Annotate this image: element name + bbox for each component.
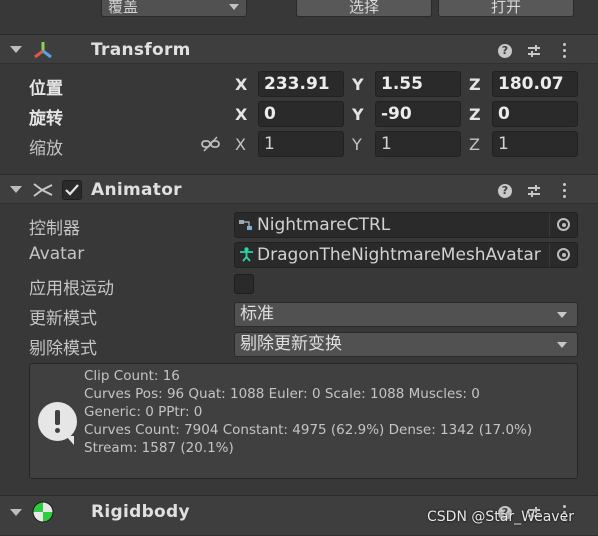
object-picker-icon[interactable]	[549, 243, 577, 267]
component-title: Transform	[91, 40, 191, 60]
fold-arrow-icon[interactable]	[10, 509, 22, 516]
fold-arrow-icon[interactable]	[10, 46, 22, 53]
kebab-menu-icon[interactable]	[563, 43, 566, 61]
rotation-y-label[interactable]: Y	[352, 105, 364, 124]
info-line: Stream: 1587 (20.1%)	[84, 440, 234, 456]
culling-dropdown[interactable]: 覆盖	[101, 0, 247, 17]
checkmark-icon	[65, 184, 79, 196]
apply-root-motion-checkbox[interactable]	[234, 274, 254, 294]
chevron-down-icon	[229, 4, 239, 10]
culling-mode-value: 剔除更新变换	[240, 334, 342, 354]
avatar-field[interactable]: DragonTheNightmareMeshAvatar	[234, 242, 578, 268]
position-z-label[interactable]: Z	[469, 75, 481, 94]
help-icon[interactable]: ?	[498, 44, 512, 58]
avatar-icon	[240, 247, 253, 262]
fold-arrow-icon[interactable]	[10, 186, 22, 193]
culling-dropdown-value: 覆盖	[108, 0, 139, 16]
animator-enabled-checkbox[interactable]	[62, 180, 82, 200]
animator-info-box: Clip Count: 16 Curves Pos: 96 Quat: 1088…	[29, 363, 578, 479]
animator-controller-icon	[239, 220, 252, 230]
scale-x-field[interactable]: 1	[258, 131, 344, 157]
info-line: Clip Count: 16	[84, 368, 180, 384]
culling-mode-label: 剔除模式	[29, 339, 97, 359]
animator-header[interactable]: Animator ?	[0, 174, 598, 204]
help-icon[interactable]: ?	[498, 184, 512, 198]
scale-x-label[interactable]: X	[235, 135, 246, 154]
position-label: 位置	[29, 79, 63, 99]
rotation-label: 旋转	[29, 109, 63, 129]
watermark: CSDN @Star_Weaver	[427, 509, 574, 525]
rotation-y-field[interactable]: -90	[375, 101, 461, 127]
rotation-z-label[interactable]: Z	[469, 105, 481, 124]
update-mode-label: 更新模式	[29, 309, 97, 329]
chevron-down-icon	[557, 342, 567, 348]
scale-y-label[interactable]: Y	[352, 135, 362, 154]
preset-icon[interactable]	[526, 183, 542, 199]
culling-mode-dropdown[interactable]: 剔除更新变换	[234, 332, 578, 357]
info-line: Curves Count: 7904 Constant: 4975 (62.9%…	[84, 422, 533, 438]
select-button[interactable]: 选择	[296, 0, 432, 17]
controller-value: NightmareCTRL	[257, 215, 391, 235]
preset-icon[interactable]	[526, 43, 542, 59]
rotation-x-label[interactable]: X	[235, 105, 247, 124]
rigidbody-icon	[32, 501, 54, 523]
controller-field[interactable]: NightmareCTRL	[234, 212, 578, 238]
constrain-proportions-icon[interactable]	[201, 136, 220, 152]
open-button[interactable]: 打开	[438, 0, 574, 17]
rotation-z-field[interactable]: 0	[492, 101, 578, 127]
animator-icon	[33, 183, 53, 197]
object-picker-icon[interactable]	[549, 213, 577, 237]
component-title: Animator	[91, 180, 182, 200]
chevron-down-icon	[557, 312, 567, 318]
controller-label: 控制器	[29, 219, 80, 239]
position-x-field[interactable]: 233.91	[258, 71, 344, 97]
avatar-value: DragonTheNightmareMeshAvatar	[257, 245, 541, 265]
position-x-label[interactable]: X	[235, 75, 247, 94]
kebab-menu-icon[interactable]	[563, 183, 566, 201]
position-z-field[interactable]: 180.07	[492, 71, 578, 97]
rotation-x-field[interactable]: 0	[258, 101, 344, 127]
update-mode-dropdown[interactable]: 标准	[234, 302, 578, 327]
info-line: Generic: 0 PPtr: 0	[84, 404, 203, 420]
scale-z-field[interactable]: 1	[492, 131, 578, 157]
transform-icon	[34, 42, 52, 59]
apply-root-motion-label: 应用根运动	[29, 279, 114, 299]
info-line: Curves Pos: 96 Quat: 1088 Euler: 0 Scale…	[84, 386, 480, 402]
update-mode-value: 标准	[240, 304, 274, 324]
component-title: Rigidbody	[91, 502, 190, 522]
avatar-label: Avatar	[29, 244, 85, 264]
position-y-field[interactable]: 1.55	[375, 71, 461, 97]
scale-y-field[interactable]: 1	[375, 131, 461, 157]
transform-header[interactable]: Transform ?	[0, 34, 598, 64]
scale-z-label[interactable]: Z	[469, 135, 480, 154]
scale-label: 缩放	[29, 139, 63, 159]
position-y-label[interactable]: Y	[352, 75, 364, 94]
